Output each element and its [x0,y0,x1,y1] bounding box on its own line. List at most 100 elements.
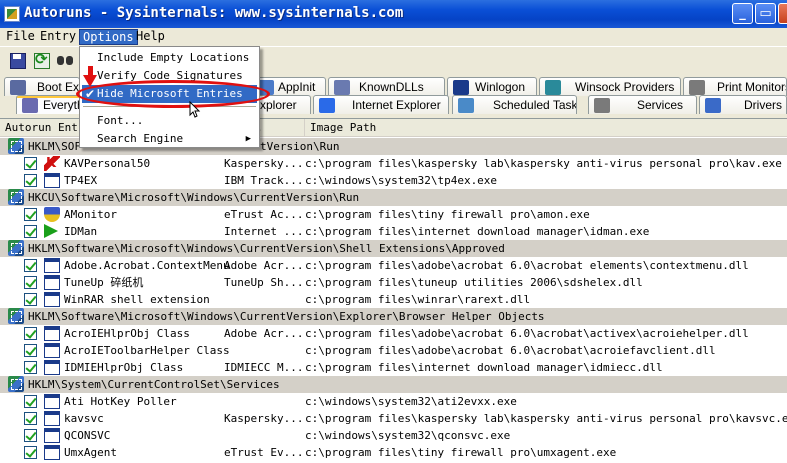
autorun-entry-row[interactable]: TP4EX IBM Track... c:\windows\system32\tp4… [0,172,787,189]
winlogon-icon [453,80,469,95]
tab-winsock-providers[interactable]: Winsock Providers [539,77,681,96]
autorun-entry-row[interactable]: QCONSVC c:\windows\system32\qconsvc.exe [0,427,787,444]
menu-option-include-empty-locations[interactable]: Include Empty Locations [82,49,257,67]
tab-winlogon[interactable]: Winlogon [447,77,537,96]
entry-enabled-checkbox[interactable] [24,412,37,425]
tab-label: Scheduled Tasks [493,98,577,112]
registry-key-row[interactable]: HKLM\Software\Microsoft\Windows\CurrentV… [0,240,787,257]
menu-option-search-engine[interactable]: Search Engine ▶ [82,130,257,148]
entry-name: KAVPersonal50 [64,157,151,170]
registry-icon [8,240,24,256]
entry-enabled-checkbox[interactable] [24,174,37,187]
window-icon [44,445,60,460]
entry-image-path: c:\program files\kaspersky lab\kaspersky… [305,157,782,170]
autorun-entry-row[interactable]: UmxAgent eTrust Ev... c:\program files\tin… [0,444,787,461]
entry-enabled-checkbox[interactable] [24,395,37,408]
entry-name: Ati HotKey Poller [64,395,177,408]
entry-description: Adobe Acr... [224,259,304,272]
printer-icon [689,80,705,95]
autorun-entry-row[interactable]: AcroIEToolbarHelper Class c:\program file… [0,342,787,359]
autorun-entry-row[interactable]: IDMIEHlprObj Class IDMIECC M... c:\program… [0,359,787,376]
close-button[interactable] [778,3,787,24]
ie-icon [319,98,335,113]
tab-drivers[interactable]: Drivers [699,95,787,114]
autorun-entry-row[interactable]: KAVPersonal50 Kaspersky...c:\program file… [0,155,787,172]
entry-enabled-checkbox[interactable] [24,259,37,272]
entry-image-path: c:\program files\adobe\acrobat 6.0\acrob… [305,344,716,357]
window-icon [44,360,60,375]
tab-scheduled-tasks[interactable]: Scheduled Tasks [452,95,577,114]
menu-option-font[interactable]: Font... [82,112,257,130]
autorun-entry-row[interactable]: AcroIEHlprObj Class Adobe Acr... c:\progra… [0,325,787,342]
entry-image-path: c:\program files\tiny firewall pro\umxag… [305,446,617,459]
column-image-path[interactable]: Image Path [305,119,787,136]
registry-key-path: HKLM\SOF [28,140,81,153]
entry-enabled-checkbox[interactable] [24,361,37,374]
shield-icon [44,207,60,222]
autorun-entry-row[interactable]: TuneUp 碎纸机 TuneUp Sh... c:\program files\t… [0,274,787,291]
autorun-entry-row[interactable]: kavsvc Kaspersky... c:\program files\kaspe… [0,410,787,427]
registry-key-row[interactable]: HKCU\Software\Microsoft\Windows\CurrentV… [0,189,787,206]
window-icon [44,173,60,188]
tab-knowndlls[interactable]: KnownDLLs [328,77,445,96]
title-bar: Autoruns - Sysinternals: www.sysinternal… [0,0,787,28]
registry-icon [8,189,24,205]
entry-enabled-checkbox[interactable] [24,157,37,170]
entry-description: eTrust Ev... [224,446,304,459]
entry-enabled-checkbox[interactable] [24,225,37,238]
entry-image-path: c:\program files\kaspersky lab\kaspersky… [305,412,787,425]
tab-boot-ex[interactable]: Boot Ex [4,77,80,96]
tab-label: Everyth [43,98,84,112]
entry-name: AcroIEHlprObj Class [64,327,190,340]
entry-enabled-checkbox[interactable] [24,208,37,221]
tab-label: AppInit [278,80,316,94]
entry-description: eTrust Ac... [224,208,304,221]
entry-name: AcroIEToolbarHelper Class [64,344,230,357]
refresh-icon[interactable] [32,50,50,69]
tab-print-monitors[interactable]: Print Monitors [683,77,787,96]
entry-enabled-checkbox[interactable] [24,446,37,459]
knowndlls-icon [334,80,350,95]
window-icon [44,326,60,341]
autoruns-app-icon[interactable] [4,6,20,22]
autorun-entry-row[interactable]: AMonitor eTrust Ac... c:\program files\tin… [0,206,787,223]
boot-icon [10,80,26,95]
entry-enabled-checkbox[interactable] [24,429,37,442]
menu-option-label: Include Empty Locations [97,51,250,64]
entry-name: QCONSVC [64,429,111,442]
entry-name: Adobe.Acrobat.ContextMenu [64,259,230,272]
registry-key-path: HKLM\Software\Microsoft\Windows\CurrentV… [28,242,505,255]
entry-image-path: c:\program files\internet download manag… [305,225,650,238]
drivers-icon [705,98,721,113]
entry-description: IDMIECC M... [224,361,304,374]
submenu-arrow-icon: ▶ [245,134,251,144]
registry-key-row[interactable]: HKLM\System\CurrentControlSet\Services [0,376,787,393]
annotation-arrow-icon [83,66,98,88]
save-icon[interactable] [8,51,26,69]
menu-entry[interactable]: Entry [37,29,79,45]
registry-key-row[interactable]: HKLM\Software\Microsoft\Windows\CurrentV… [0,308,787,325]
autoruns-list[interactable]: Autorun Ent rip... Image Path HKLM\SOFtV… [0,118,787,463]
entry-enabled-checkbox[interactable] [24,344,37,357]
entry-enabled-checkbox[interactable] [24,293,37,306]
entry-enabled-checkbox[interactable] [24,327,37,340]
registry-icon [8,138,24,154]
menu-file[interactable]: File [3,29,38,45]
find-icon[interactable] [56,51,74,69]
menu-options[interactable]: Options [79,29,138,45]
tab-label: Internet Explorer [352,98,441,112]
tab-services[interactable]: Services [588,95,697,114]
tab-label: KnownDLLs [359,80,424,94]
menu-bar: File Entry Options Help [0,28,787,46]
autorun-entry-row[interactable]: Ati HotKey Poller c:\windows\system32\ati… [0,393,787,410]
entry-enabled-checkbox[interactable] [24,276,37,289]
maximize-button[interactable]: ▭ [755,3,776,24]
autorun-entry-row[interactable]: WinRAR shell extension c:\program files\w… [0,291,787,308]
tab-internet-explorer[interactable]: Internet Explorer [313,95,449,114]
menu-help[interactable]: Help [133,29,168,45]
minimize-button[interactable]: _ [732,3,753,24]
tab-label: Print Monitors [717,80,787,94]
autorun-entry-row[interactable]: IDMan Internet ... c:\program files\intern… [0,223,787,240]
autorun-entry-row[interactable]: Adobe.Acrobat.ContextMenu Adobe Acr... c:\… [0,257,787,274]
services-icon [594,98,610,113]
